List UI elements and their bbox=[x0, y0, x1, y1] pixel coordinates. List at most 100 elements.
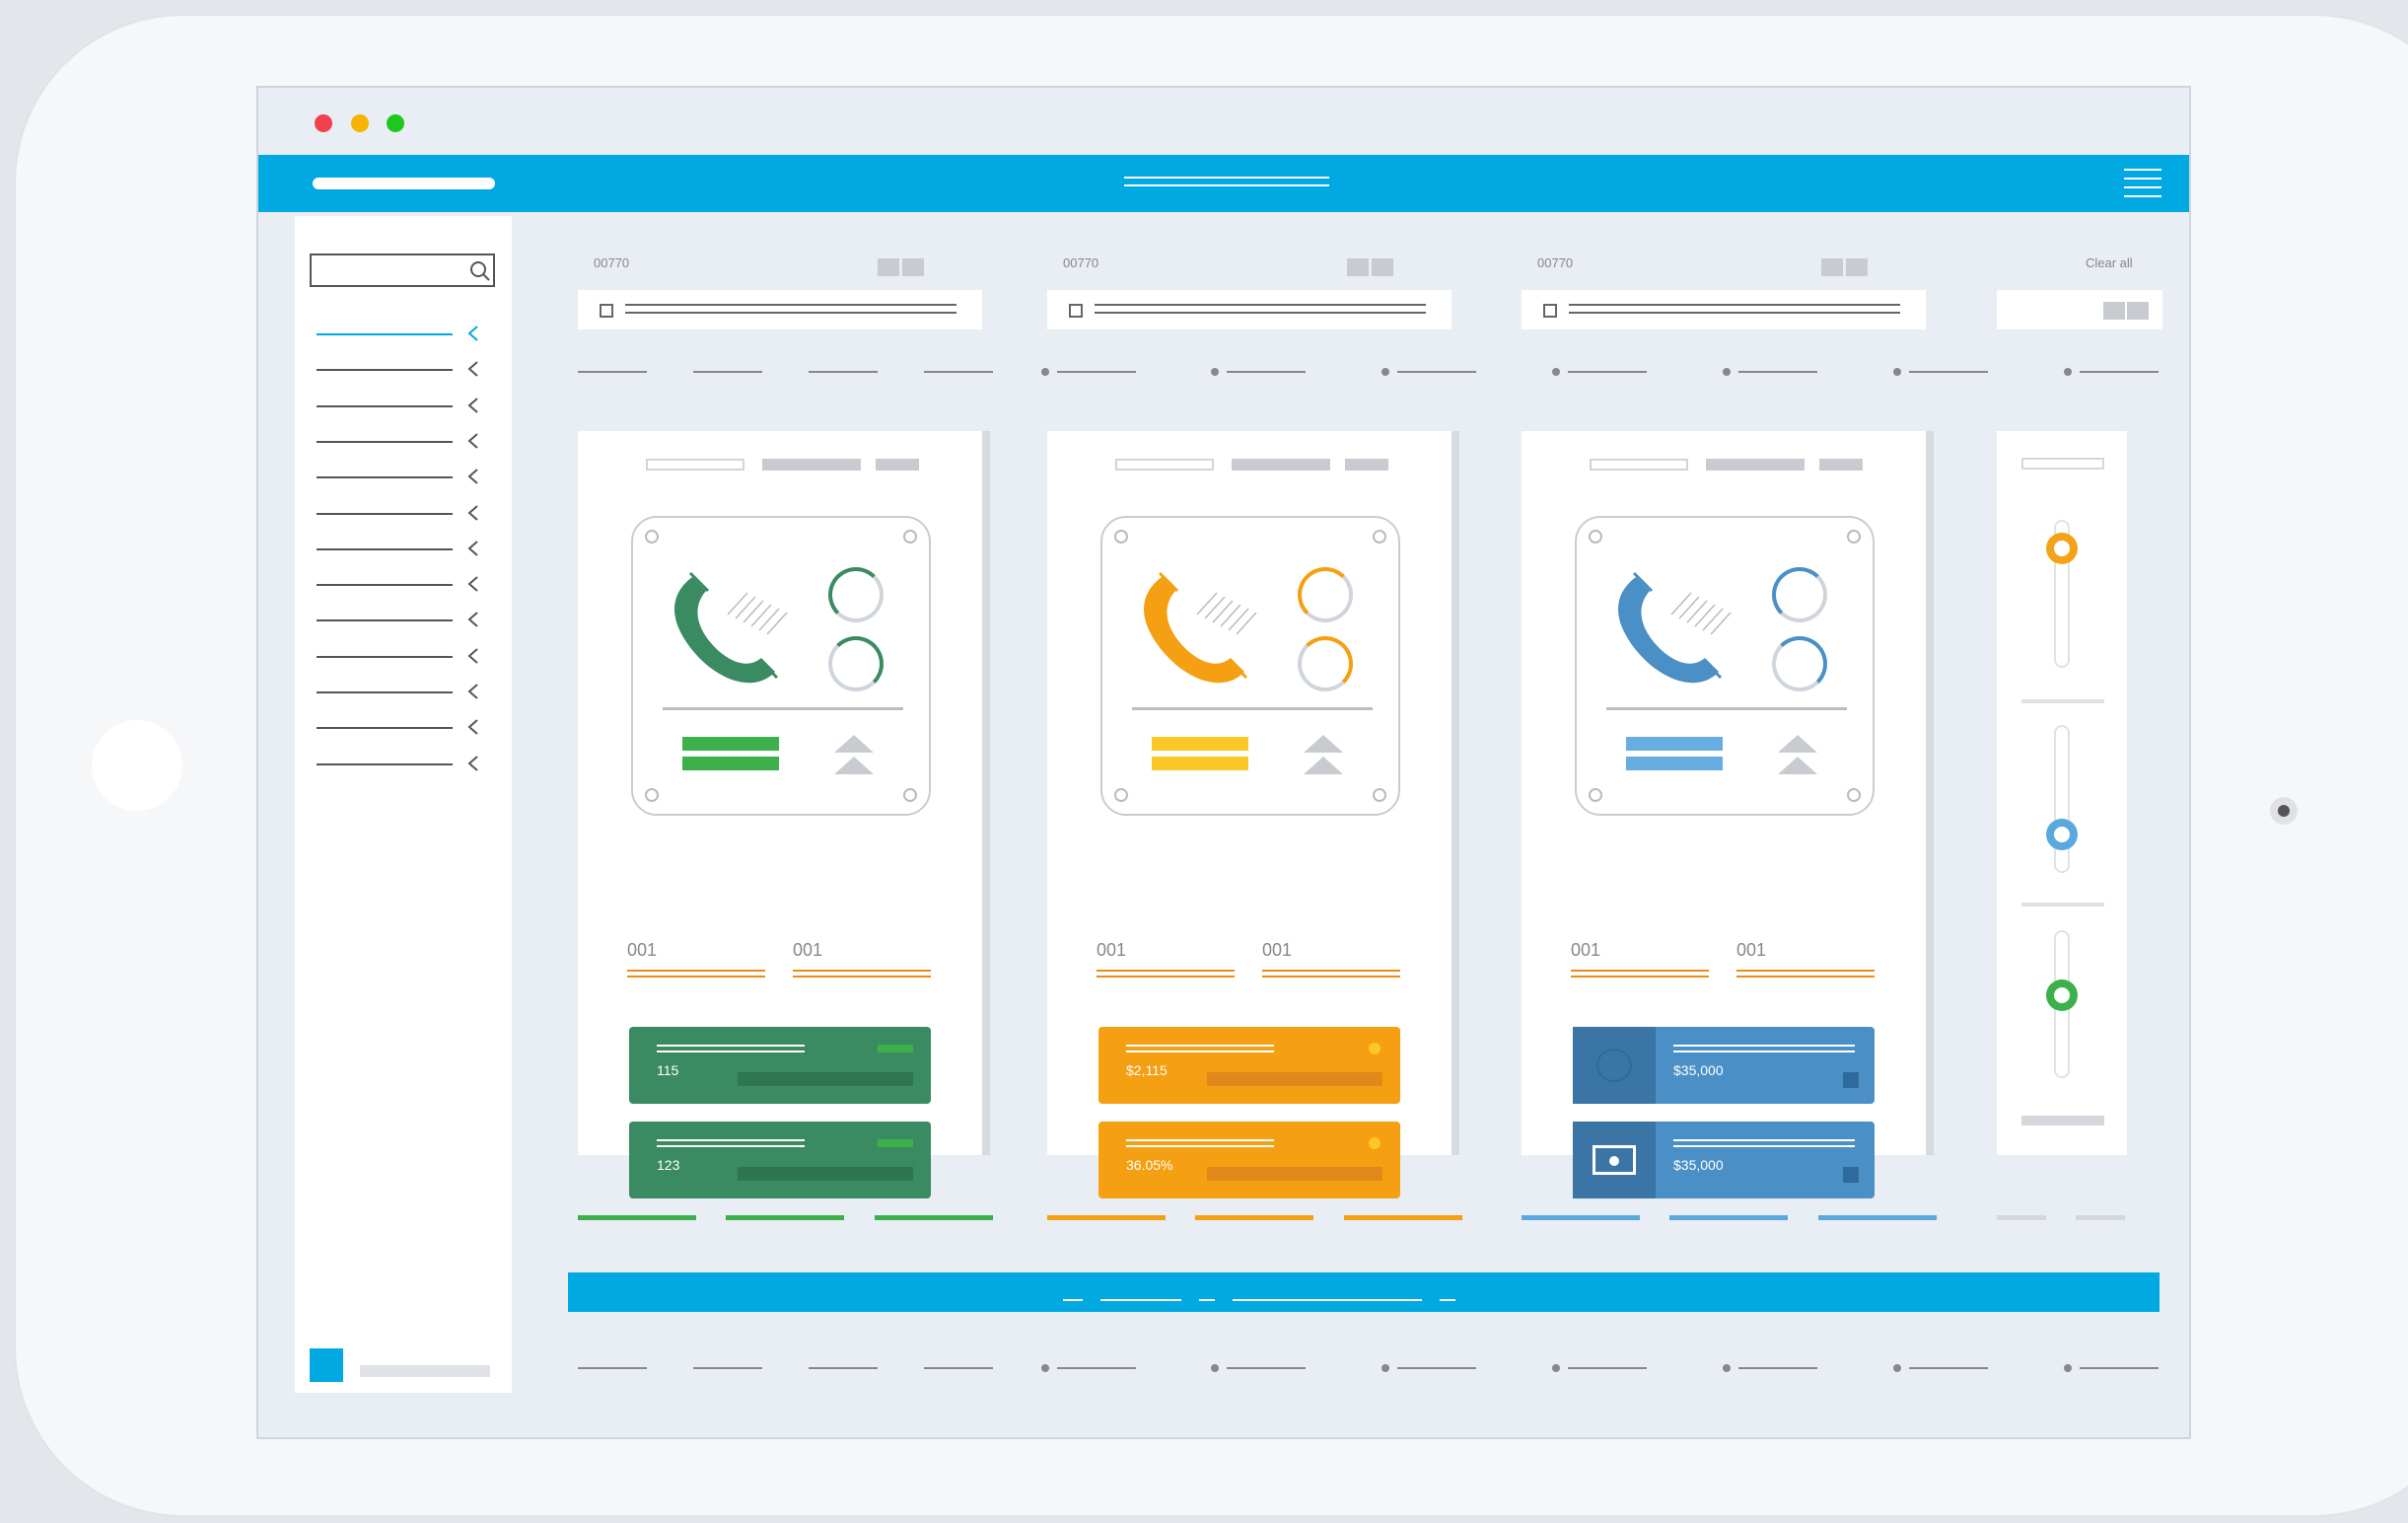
chevron-left-icon bbox=[467, 361, 478, 378]
metric-card[interactable]: $2,115 bbox=[1098, 1027, 1400, 1104]
top-bar bbox=[258, 155, 2189, 212]
checkbox-icon[interactable] bbox=[600, 304, 613, 318]
filter-code: 00770 bbox=[1063, 255, 1099, 270]
filter-dropdown[interactable] bbox=[1047, 290, 1452, 329]
vertical-slider[interactable] bbox=[2054, 725, 2070, 873]
view-toggle-icon[interactable] bbox=[1372, 258, 1393, 276]
status-bar bbox=[1152, 737, 1248, 751]
sidebar-item[interactable] bbox=[295, 394, 502, 417]
field-a-label: 001 bbox=[627, 940, 658, 960]
list-bullet bbox=[1041, 1364, 1049, 1372]
chevron-left-icon bbox=[467, 647, 478, 664]
section-underline bbox=[726, 1215, 844, 1220]
sidebar-item[interactable] bbox=[295, 322, 502, 345]
device-column-panel: 001 001 $2,115 36.05% bbox=[1047, 431, 1459, 1198]
list-line bbox=[924, 371, 993, 373]
list-line bbox=[1227, 1367, 1306, 1369]
slider-handle[interactable] bbox=[2046, 532, 2078, 564]
view-toggle-icon[interactable] bbox=[902, 258, 924, 276]
title-line bbox=[1124, 184, 1329, 186]
view-toggle-icon[interactable] bbox=[1846, 258, 1868, 276]
filter-dropdown[interactable] bbox=[578, 290, 982, 329]
sidebar-item[interactable] bbox=[295, 752, 502, 775]
metric-card[interactable]: 123 bbox=[629, 1122, 931, 1198]
filter-dropdown[interactable] bbox=[1522, 290, 1926, 329]
field-b-label: 001 bbox=[793, 940, 823, 960]
view-toggle-icon[interactable] bbox=[1821, 258, 1843, 276]
phone-icon bbox=[674, 571, 788, 684]
metric-value: $35,000 bbox=[1673, 1157, 1724, 1173]
sidebar-item[interactable] bbox=[295, 680, 502, 703]
bottom-action-bar[interactable] bbox=[568, 1272, 2160, 1312]
device-card[interactable] bbox=[1575, 516, 1875, 816]
chevron-up-icon[interactable] bbox=[1778, 735, 1817, 776]
device-card[interactable] bbox=[631, 516, 931, 816]
sidebar-item[interactable] bbox=[295, 608, 502, 631]
section-underline bbox=[1047, 1215, 1166, 1220]
list-line bbox=[1568, 1367, 1647, 1369]
maximize-window-button[interactable] bbox=[387, 114, 404, 132]
hamburger-icon[interactable] bbox=[2124, 169, 2161, 198]
chevron-left-icon bbox=[467, 719, 478, 736]
logo-placeholder[interactable] bbox=[313, 178, 495, 189]
metric-card[interactable]: 36.05% bbox=[1098, 1122, 1400, 1198]
section-underline bbox=[1818, 1215, 1937, 1220]
sidebar-item[interactable] bbox=[295, 537, 502, 560]
panel-title-placeholder bbox=[1115, 459, 1214, 471]
list-line bbox=[809, 1367, 878, 1369]
minimize-window-button[interactable] bbox=[351, 114, 369, 132]
sidebar-item-label bbox=[317, 584, 453, 587]
phone-icon bbox=[1618, 571, 1732, 684]
list-line bbox=[693, 371, 762, 373]
metric-card[interactable]: $35,000 bbox=[1573, 1027, 1875, 1104]
sidebar-item[interactable] bbox=[295, 429, 502, 453]
sidebar-item-label bbox=[317, 727, 453, 730]
device-card[interactable] bbox=[1100, 516, 1400, 816]
status-bar bbox=[1152, 757, 1248, 770]
list-bullet bbox=[1723, 1364, 1731, 1372]
list-line bbox=[1909, 371, 1988, 373]
sidebar-item-label bbox=[317, 404, 453, 407]
sidebar-item[interactable] bbox=[295, 644, 502, 668]
list-bullet bbox=[2064, 368, 2072, 376]
user-avatar[interactable] bbox=[310, 1348, 343, 1382]
panel-title-placeholder bbox=[1590, 459, 1688, 471]
sidebar-item[interactable] bbox=[295, 501, 502, 525]
list-bullet bbox=[1381, 368, 1389, 376]
home-button[interactable] bbox=[92, 720, 182, 811]
checkbox-icon[interactable] bbox=[1543, 304, 1557, 318]
slider-handle[interactable] bbox=[2046, 979, 2078, 1012]
chevron-left-icon bbox=[467, 397, 478, 413]
sidebar-item[interactable] bbox=[295, 357, 502, 381]
progress-ring bbox=[1298, 567, 1353, 622]
checkbox-icon[interactable] bbox=[1069, 304, 1083, 318]
panel-title-placeholder bbox=[762, 459, 861, 471]
section-underline bbox=[1344, 1215, 1462, 1220]
list-bullet bbox=[1893, 368, 1901, 376]
list-line bbox=[1738, 371, 1817, 373]
sidebar-item[interactable] bbox=[295, 465, 502, 488]
close-window-button[interactable] bbox=[315, 114, 332, 132]
list-bullet bbox=[1723, 368, 1731, 376]
clear-all-link[interactable]: Clear all bbox=[2086, 255, 2133, 270]
metric-card[interactable]: $35,000 bbox=[1573, 1122, 1875, 1198]
view-toggle-icon[interactable] bbox=[878, 258, 899, 276]
filter-box-extra[interactable] bbox=[1997, 290, 2162, 329]
slider-handle[interactable] bbox=[2046, 818, 2078, 850]
metric-card[interactable]: 115 bbox=[629, 1027, 931, 1104]
sidebar-item[interactable] bbox=[295, 572, 502, 596]
list-bullet bbox=[2064, 1364, 2072, 1372]
sidebar-item[interactable] bbox=[295, 715, 502, 739]
search-input[interactable] bbox=[310, 254, 495, 287]
field-b-label: 001 bbox=[1736, 940, 1767, 960]
list-line bbox=[693, 1367, 762, 1369]
chevron-up-icon[interactable] bbox=[1304, 735, 1343, 776]
list-line bbox=[578, 371, 647, 373]
list-bullet bbox=[1211, 368, 1219, 376]
metric-value: 123 bbox=[657, 1157, 680, 1173]
metric-value: $2,115 bbox=[1126, 1062, 1168, 1078]
view-toggle-icon[interactable] bbox=[1347, 258, 1369, 276]
field-a-label: 001 bbox=[1097, 940, 1127, 960]
chevron-up-icon[interactable] bbox=[834, 735, 874, 776]
sidebar-item-label bbox=[317, 691, 453, 693]
